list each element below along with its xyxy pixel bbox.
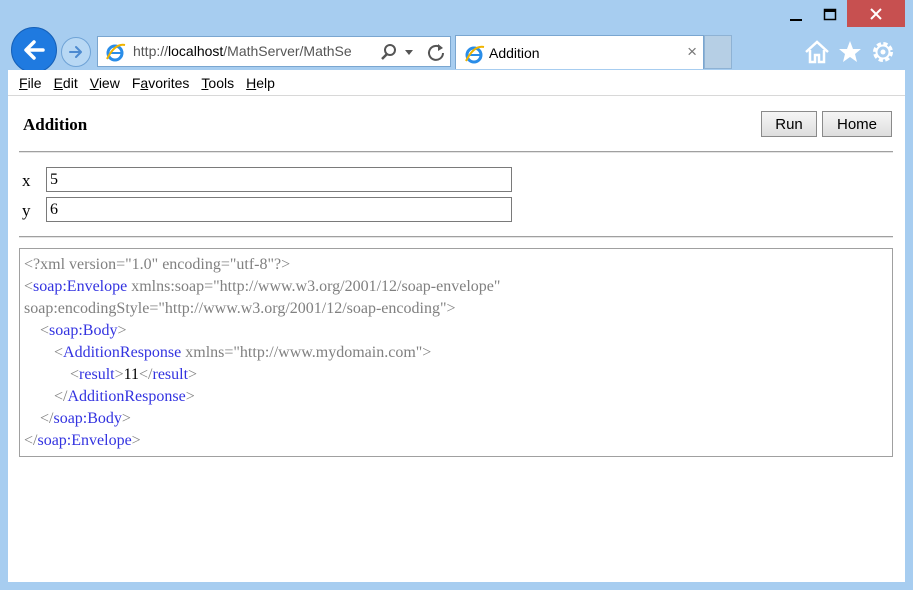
result-value: 11: [123, 366, 140, 383]
menu-bar: File Edit View Favorites Tools Help: [8, 70, 905, 96]
ie-logo-icon: [465, 45, 485, 64]
settings-gear-icon[interactable]: [869, 38, 897, 66]
menu-file[interactable]: File: [19, 75, 42, 91]
y-input[interactable]: [46, 197, 512, 222]
x-label: x: [22, 171, 31, 190]
search-icon[interactable]: [380, 43, 398, 61]
favorites-star-icon[interactable]: [836, 38, 864, 66]
minimize-button[interactable]: [778, 0, 814, 29]
xml-line: <AdditionResponse xmlns="http://www.mydo…: [54, 344, 432, 361]
xml-line: <result>11</result>: [70, 366, 198, 383]
dropdown-arrow-icon[interactable]: [404, 47, 414, 57]
close-icon: [870, 7, 882, 20]
back-arrow-icon: [24, 40, 45, 60]
forward-arrow-icon: [69, 46, 82, 58]
new-tab-button[interactable]: [704, 35, 732, 69]
home-button[interactable]: Home: [822, 111, 892, 137]
maximize-button[interactable]: [814, 0, 846, 29]
menu-tools[interactable]: Tools: [201, 75, 234, 91]
refresh-icon[interactable]: [426, 42, 446, 62]
xml-line: </soap:Body>: [40, 410, 131, 427]
forward-button[interactable]: [61, 37, 91, 67]
y-label: y: [22, 201, 31, 220]
xml-line: <soap:Envelope xmlns:soap="http://www.w3…: [24, 278, 501, 295]
run-button[interactable]: Run: [761, 111, 817, 137]
xml-declaration: <?xml version="1.0" encoding="utf-8"?>: [24, 256, 291, 273]
xml-line: </AdditionResponse>: [54, 388, 195, 405]
minimize-icon: [790, 18, 802, 21]
tab-addition[interactable]: Addition ×: [455, 35, 704, 69]
page-content: Addition Run Home x y <?xml version="1.0…: [8, 96, 905, 582]
close-button[interactable]: [847, 0, 905, 27]
soap-response-output: <?xml version="1.0" encoding="utf-8"?> <s…: [19, 248, 893, 457]
menu-help[interactable]: Help: [246, 75, 275, 91]
ie-logo-icon: [106, 43, 126, 62]
xml-line: soap:encodingStyle="http://www.w3.org/20…: [24, 300, 456, 317]
x-input[interactable]: [46, 167, 512, 192]
divider: [19, 151, 893, 153]
address-bar[interactable]: http://localhost/MathServer/MathSe: [97, 36, 451, 67]
tab-close-button[interactable]: ×: [687, 42, 697, 62]
address-text: http://localhost/MathServer/MathSe: [133, 43, 352, 59]
menu-favorites[interactable]: Favorites: [132, 75, 190, 91]
home-icon[interactable]: [803, 38, 831, 66]
divider: [19, 236, 893, 238]
xml-line: <soap:Body>: [40, 322, 127, 339]
maximize-icon: [823, 8, 837, 20]
tab-label: Addition: [489, 45, 540, 61]
menu-view[interactable]: View: [90, 75, 120, 91]
page-title: Addition: [23, 115, 88, 134]
menu-edit[interactable]: Edit: [54, 75, 78, 91]
xml-line: </soap:Envelope>: [24, 432, 141, 449]
back-button[interactable]: [11, 27, 57, 73]
